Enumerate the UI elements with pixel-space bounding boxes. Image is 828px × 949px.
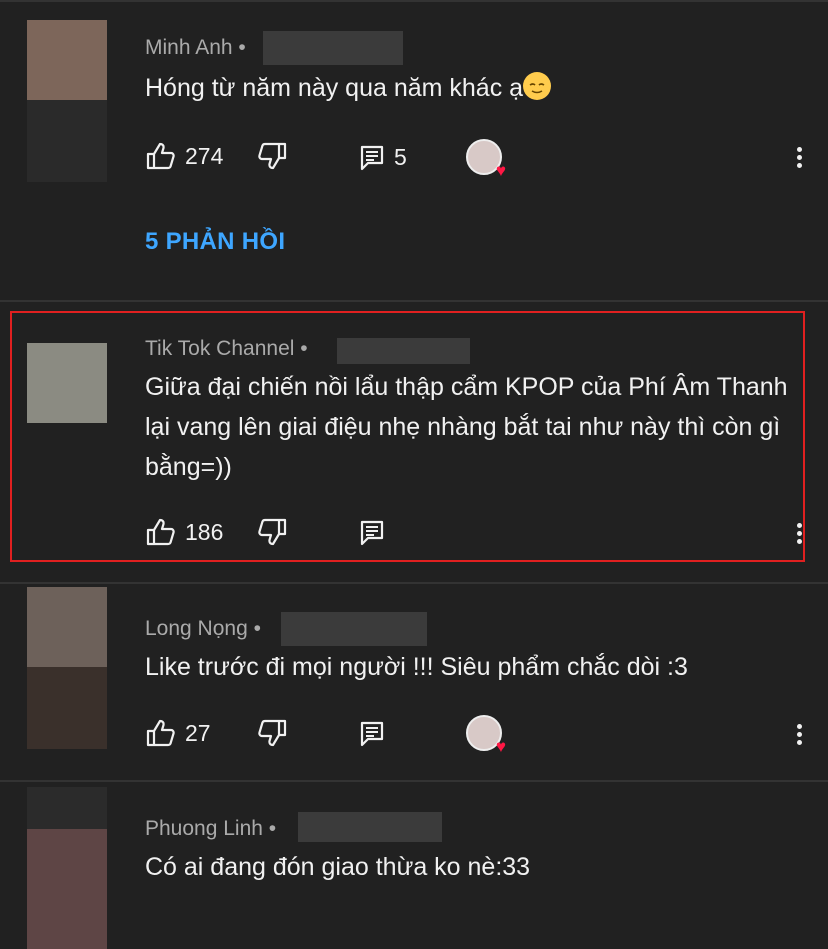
comment-text: Hóng từ năm này qua năm khác ạ [145, 68, 805, 108]
divider [0, 300, 828, 302]
like-button[interactable]: 27 [145, 719, 211, 747]
reply-button[interactable]: 5 [360, 144, 407, 171]
like-count: 274 [185, 142, 224, 169]
reply-count: 5 [394, 144, 407, 170]
redacted-timestamp [263, 31, 403, 65]
avatar[interactable] [27, 587, 107, 749]
comment-author[interactable]: Phuong Linh • [145, 817, 276, 841]
redacted-timestamp [281, 612, 427, 646]
divider [0, 582, 828, 584]
reply-comment-icon [360, 721, 384, 747]
author-name[interactable]: Minh Anh [145, 36, 233, 59]
author-name[interactable]: Phuong Linh [145, 817, 263, 840]
like-button[interactable]: 274 [145, 142, 223, 170]
dislike-button[interactable] [258, 142, 288, 170]
thumbs-up-icon [145, 719, 175, 747]
comment-text: Like trước đi mọi người !!! Siêu phẩm ch… [145, 653, 688, 681]
like-count: 27 [185, 719, 211, 746]
avatar[interactable] [27, 787, 107, 949]
reply-button[interactable] [360, 721, 384, 747]
separator: • [238, 36, 246, 59]
creator-heart-icon: ♥ [495, 161, 506, 180]
separator: • [268, 817, 277, 840]
more-vertical-icon[interactable] [794, 721, 804, 748]
thumbs-down-icon [258, 719, 288, 747]
comment-text: Có ai đang đón giao thừa ko nè:33 [145, 853, 531, 881]
relieved-face-icon [523, 72, 552, 100]
creator-heart-icon: ♥ [495, 737, 506, 756]
highlight-box [10, 311, 805, 562]
reply-comment-icon [360, 145, 384, 171]
view-replies-link[interactable]: 5 PHẢN HỒI [145, 228, 285, 256]
separator: • [253, 617, 261, 640]
more-vertical-icon[interactable] [794, 144, 804, 171]
creator-heart-badge: ♥ [466, 715, 510, 759]
avatar[interactable] [27, 20, 107, 182]
thumbs-up-icon [145, 142, 175, 170]
divider [0, 780, 828, 782]
divider [0, 0, 828, 2]
comment-author[interactable]: Long Nọng • [145, 617, 261, 641]
comment-author[interactable]: Minh Anh • [145, 36, 246, 60]
dislike-button[interactable] [258, 719, 288, 747]
author-name[interactable]: Long Nọng [145, 617, 248, 640]
thumbs-down-icon [258, 142, 288, 170]
creator-heart-badge: ♥ [466, 139, 510, 183]
redacted-timestamp [298, 812, 442, 842]
